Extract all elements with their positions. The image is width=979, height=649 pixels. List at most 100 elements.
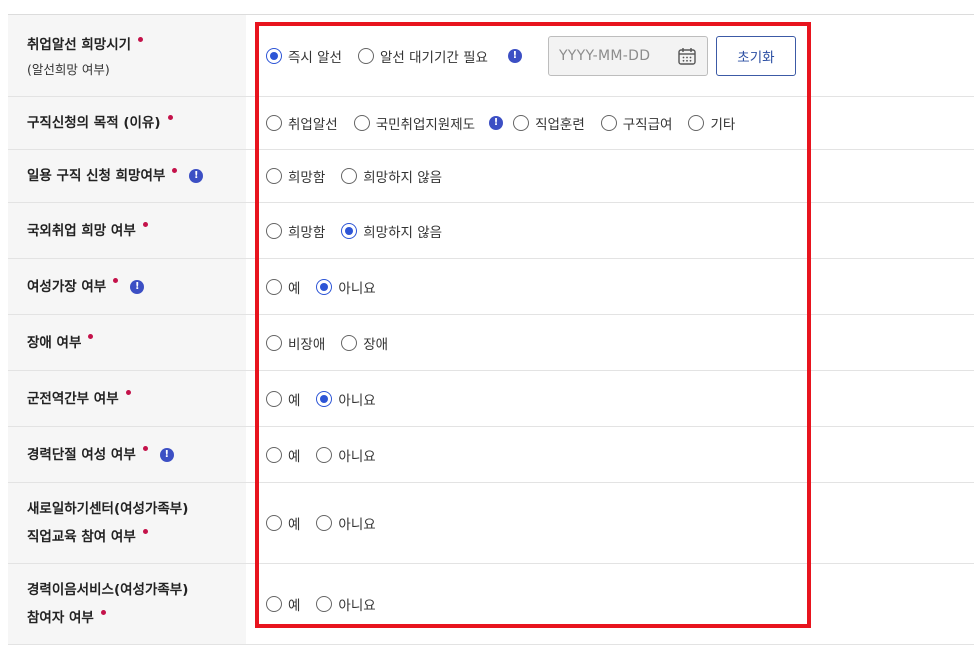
form-row-career-break-woman: 경력단절 여성 여부 ! 예 아니요 [8,427,974,483]
row-label: 군전역간부 여부 [27,385,246,413]
row-label: 장애 여부 [27,329,246,357]
row-value-cell: 예 아니요 [246,427,974,482]
form-row-discharged-officer: 군전역간부 여부 예 아니요 [8,371,974,427]
info-icon[interactable]: ! [489,116,504,130]
radio-no[interactable]: 아니요 [316,594,376,614]
radio-no[interactable]: 아니요 [316,389,376,409]
required-dot-icon [167,114,173,120]
radio-label: 즉시 알선 [288,49,342,66]
row-label: 국외취업 희망 여부 [27,217,246,245]
info-icon[interactable]: ! [159,447,174,462]
radio-label: 예 [288,598,301,614]
radio-unchecked-icon [266,115,282,131]
radio-checked-icon [341,222,358,239]
radio-no-wish[interactable]: 희망하지 않음 [341,221,442,241]
radio-unchecked-icon [600,115,617,131]
row-label-text: 일용 구직 신청 희망여부 [27,168,166,184]
radio-immediate-placement[interactable]: 즉시 알선 [266,46,342,66]
row-label: 직업교육 참여 여부 [27,523,246,551]
row-label-text: 직업교육 참여 여부 [27,529,136,545]
radio-unchecked-icon [266,222,282,239]
radio-no[interactable]: 아니요 [316,277,376,297]
row-label-cell: 경력이음서비스(여성가족부) 참여자 여부 [8,564,246,644]
radio-unchecked-icon [266,446,282,463]
row-label: 경력이음서비스(여성가족부) [27,576,246,604]
row-label: 일용 구직 신청 희망여부 ! [27,162,246,190]
radio-job-placement[interactable]: 취업알선 [266,113,338,133]
row-label-text: 국외취업 희망 여부 [27,222,136,239]
row-label-cell: 구직신청의 목적 (이유) [8,97,246,149]
info-icon[interactable]: ! [507,48,522,63]
radio-unemployment-benefit[interactable]: 구직급여 [600,113,673,133]
row-value-cell: 예 아니요 [246,483,974,563]
calendar-icon[interactable] [677,46,697,66]
radio-checked-icon [316,278,333,295]
radio-national-employment-support[interactable]: 국민취업지원제도 [353,113,475,133]
radio-unchecked-icon [341,168,358,184]
radio-non-disabled[interactable]: 비장애 [266,333,325,353]
radio-label: 예 [288,280,301,297]
row-value-cell: 비장애 장애 [246,315,974,370]
row-label-text: 참여자 여부 [27,610,94,626]
row-label: 새로일하기센터(여성가족부) [27,495,246,523]
row-value-cell: 예 아니요 [246,564,974,644]
radio-unchecked-icon [266,596,282,612]
radio-label: 예 [288,392,301,409]
row-label-cell: 여성가장 여부 ! [8,259,246,314]
job-application-form: 취업알선 희망시기 (알선희망 여부) 즉시 알선 알선 대기기간 필요 ! Y… [8,14,974,645]
form-row-overseas-job: 국외취업 희망 여부 희망함 희망하지 않음 [8,203,974,259]
row-label-cell: 일용 구직 신청 희망여부 ! [8,150,246,202]
form-row-disability: 장애 여부 비장애 장애 [8,315,974,371]
radio-yes[interactable]: 예 [266,277,300,297]
row-label: 경력단절 여성 여부 ! [27,441,246,469]
required-dot-icon [142,222,148,227]
radio-wish[interactable]: 희망함 [266,166,325,186]
date-placeholder: YYYY-MM-DD [558,47,651,64]
row-label-text: 경력이음서비스(여성가족부) [27,582,189,598]
radio-checked-icon [316,390,333,407]
row-label-text: 여성가장 여부 [27,278,107,295]
radio-disabled[interactable]: 장애 [341,333,388,353]
radio-label: 취업알선 [288,117,338,133]
row-value-cell: 취업알선 국민취업지원제도 ! 직업훈련 구직급여 기타 [246,97,974,149]
radio-other[interactable]: 기타 [688,113,735,133]
row-label: 참여자 여부 [27,604,246,632]
date-input[interactable]: YYYY-MM-DD [547,35,708,76]
row-label-text: 취업알선 희망시기 [27,37,132,53]
radio-unchecked-icon [266,278,282,295]
radio-checked-icon [266,47,282,64]
reset-button[interactable]: 초기화 [715,35,796,76]
info-icon[interactable]: ! [189,169,204,183]
form-row-placement-timing: 취업알선 희망시기 (알선희망 여부) 즉시 알선 알선 대기기간 필요 ! Y… [8,15,974,97]
radio-label: 희망함 [288,224,326,241]
radio-unchecked-icon [266,390,282,407]
form-row-new-work-center: 새로일하기센터(여성가족부) 직업교육 참여 여부 예 아니요 [8,483,974,564]
radio-no[interactable]: 아니요 [316,513,376,533]
radio-label: 장애 [363,336,389,353]
radio-wish[interactable]: 희망함 [266,221,325,241]
radio-label: 구직급여 [622,117,673,133]
radio-no-wish[interactable]: 희망하지 않음 [341,166,442,186]
radio-vocational-training[interactable]: 직업훈련 [513,113,585,133]
radio-no[interactable]: 아니요 [316,445,376,465]
radio-label: 비장애 [288,336,326,353]
row-label-cell: 국외취업 희망 여부 [8,203,246,258]
radio-yes[interactable]: 예 [266,513,300,533]
radio-unchecked-icon [316,596,333,612]
radio-yes[interactable]: 예 [266,445,300,465]
info-icon[interactable]: ! [130,279,145,294]
radio-label: 아니요 [338,598,376,614]
row-label-cell: 새로일하기센터(여성가족부) 직업교육 참여 여부 [8,483,246,563]
row-value-cell: 즉시 알선 알선 대기기간 필요 ! YYYY-MM-DD 초기화 [246,15,974,96]
row-value-cell: 예 아니요 [246,259,974,314]
radio-waiting-period[interactable]: 알선 대기기간 필요 [357,46,488,66]
required-dot-icon [100,609,106,615]
row-label: 여성가장 여부 ! [27,273,246,301]
radio-yes[interactable]: 예 [266,389,300,409]
row-label-text: 새로일하기센터(여성가족부) [27,501,189,517]
radio-label: 아니요 [338,392,376,409]
row-label-text: 경력단절 여성 여부 [27,446,136,463]
form-row-daily-job: 일용 구직 신청 희망여부 ! 희망함 희망하지 않음 [8,150,974,203]
radio-yes[interactable]: 예 [266,594,300,614]
radio-unchecked-icon [316,515,333,531]
